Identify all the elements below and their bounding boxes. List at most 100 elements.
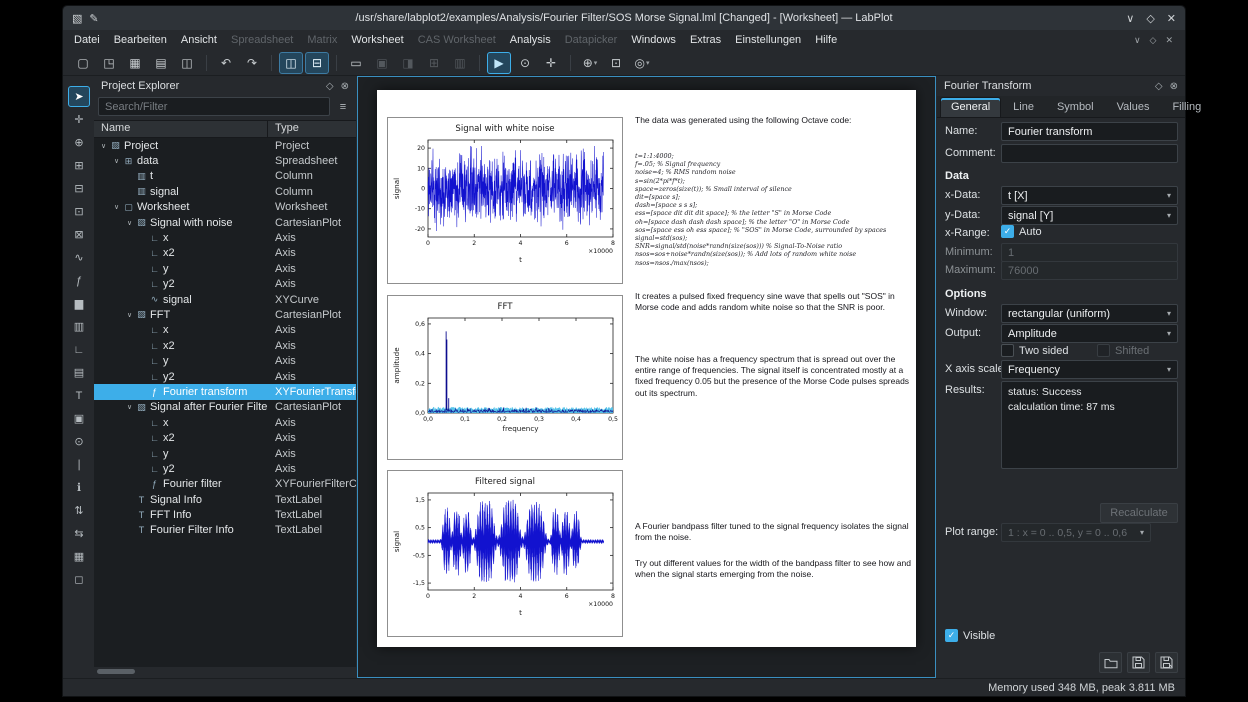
plot-fft[interactable]: FFT0,00,10,20,30,40,50,00,20,40,6amplitu… (387, 295, 623, 460)
tree-row[interactable]: ∟x2Axis (94, 430, 356, 445)
undo-button[interactable]: ↶ (214, 52, 238, 74)
add-centered-origin-plot-button[interactable]: ⊠ (68, 224, 90, 245)
worksheet-canvas[interactable]: Signal with white noise02468-20-1001020s… (377, 90, 916, 647)
tree-row[interactable]: ∨▢WorksheetWorksheet (94, 200, 356, 215)
minimize-button[interactable]: ∨ (1126, 12, 1134, 25)
tree-row[interactable]: ∟yAxis (94, 261, 356, 276)
menu-bearbeiten[interactable]: Bearbeiten (107, 32, 174, 48)
zoom-select-button[interactable]: ⊕ (68, 132, 90, 153)
add-legend-button[interactable]: ▤ (68, 362, 90, 383)
visible-checkbox[interactable]: ✓ (945, 629, 958, 642)
two-sided-checkbox[interactable]: ✓ (1001, 344, 1014, 357)
text-label-filter-hint[interactable]: Try out different values for the width o… (635, 558, 911, 580)
add-custom-point-button[interactable]: ⊙ (68, 431, 90, 452)
auto-checkbox-label[interactable]: Auto (1019, 226, 1042, 238)
expander-icon[interactable]: ∨ (124, 403, 135, 411)
add-reference-line-button[interactable]: ∣ (68, 454, 90, 475)
x-axis-scale-select[interactable]: Frequency ▾ (1001, 360, 1178, 379)
select-and-edit-button[interactable]: ➤ (68, 86, 90, 107)
tree-row[interactable]: ∿signalXYCurve (94, 292, 356, 307)
tree-row[interactable]: ∟x2Axis (94, 338, 356, 353)
menu-hilfe[interactable]: Hilfe (808, 32, 844, 48)
crosshair-mode-button[interactable]: ✛ (539, 52, 563, 74)
tree-row[interactable]: ∨▧Signal after Fourier FilterCartesianPl… (94, 400, 356, 415)
tree-row[interactable]: ƒFourier transformXYFourierTransformCurv… (94, 384, 356, 399)
visible-label[interactable]: Visible (963, 630, 995, 642)
titlebar[interactable]: ▧ ✎ /usr/share/labplot2/examples/Analysi… (63, 6, 1185, 30)
vertical-layout-button[interactable]: ⇅ (68, 500, 90, 521)
tree-row[interactable]: ∟y2Axis (94, 277, 356, 292)
plot-signal-with-noise[interactable]: Signal with white noise02468-20-1001020s… (387, 117, 623, 284)
filter-options-icon[interactable]: ≡ (334, 98, 352, 116)
horizontal-scrollbar[interactable] (94, 667, 356, 676)
scrollbar-thumb[interactable] (97, 669, 135, 674)
add-text-label-button[interactable]: T (68, 385, 90, 406)
tab-symbol[interactable]: Symbol (1046, 97, 1105, 117)
plot-filtered-signal[interactable]: Filtered signal024681,50,5-0,5-1,5signal… (387, 470, 623, 637)
tree-row[interactable]: ∟yAxis (94, 353, 356, 368)
tree-row[interactable]: ∨▧FFTCartesianPlot (94, 307, 356, 322)
tree-row[interactable]: ƒFourier filterXYFourierFilterCurve (94, 477, 356, 492)
tree-row[interactable]: ∟xAxis (94, 230, 356, 245)
menu-worksheet[interactable]: Worksheet (344, 32, 410, 48)
tab-values[interactable]: Values (1106, 97, 1161, 117)
tree-row[interactable]: ∟y2Axis (94, 369, 356, 384)
save-default-button[interactable] (1155, 652, 1178, 673)
tree-row[interactable]: ∟xAxis (94, 415, 356, 430)
zoom-select-button[interactable]: ⊕▾ (578, 52, 602, 74)
tab-line[interactable]: Line (1002, 97, 1045, 117)
menu-ansicht[interactable]: Ansicht (174, 32, 224, 48)
worksheet-view[interactable]: Signal with white noise02468-20-1001020s… (357, 76, 936, 678)
close-button[interactable]: ✕ (1167, 12, 1176, 25)
project-explorer-header[interactable]: Project Explorer ◇ ⊗ (94, 76, 356, 96)
horizontal-layout-button[interactable]: ⇆ (68, 523, 90, 544)
add-histogram-button[interactable]: ▆ (68, 293, 90, 314)
tree-row[interactable]: TSignal InfoTextLabel (94, 492, 356, 507)
load-template-button[interactable] (1099, 652, 1122, 673)
expander-icon[interactable]: ∨ (124, 311, 135, 319)
grid-layout-button[interactable]: ▦ (68, 546, 90, 567)
y-data-select[interactable]: signal [Y] ▾ (1001, 206, 1178, 225)
tree-row[interactable]: ∟xAxis (94, 323, 356, 338)
properties-header[interactable]: Fourier Transform ◇ ⊗ (937, 76, 1185, 96)
redo-button[interactable]: ↷ (240, 52, 264, 74)
window-select[interactable]: rectangular (uniform) ▾ (1001, 304, 1178, 323)
expander-icon[interactable]: ∨ (111, 203, 122, 211)
auto-checkbox[interactable]: ✓ (1001, 225, 1014, 238)
dock-float-icon[interactable]: ◇ (326, 81, 334, 92)
tree-row[interactable]: ▥signalColumn (94, 184, 356, 199)
add-two-axes-plot-button[interactable]: ⊟ (68, 178, 90, 199)
dock-close-icon[interactable]: ⊗ (341, 81, 349, 92)
mdi-minimize-button[interactable]: ∨ (1134, 35, 1141, 46)
tree-row[interactable]: ∟yAxis (94, 446, 356, 461)
tree-row[interactable]: TFourier Filter InfoTextLabel (94, 523, 356, 538)
tree-row[interactable]: ∟x2Axis (94, 246, 356, 261)
column-header-name[interactable]: Name (94, 121, 268, 137)
menu-datei[interactable]: Datei (67, 32, 107, 48)
expander-icon[interactable]: ∨ (98, 142, 109, 150)
expander-icon[interactable]: ∨ (111, 157, 122, 165)
text-label-signal-info[interactable]: It creates a pulsed fixed frequency sine… (635, 291, 911, 313)
add-info-element-button[interactable]: ℹ (68, 477, 90, 498)
menu-einstellungen[interactable]: Einstellungen (728, 32, 808, 48)
magnification-button[interactable]: ◎▾ (630, 52, 654, 74)
break-layout-button[interactable]: ◻ (68, 569, 90, 590)
text-label-octave-code[interactable]: t=1:1:4000;f=.05; % Signal frequencynois… (635, 152, 911, 267)
add-xy-curve-button[interactable]: ∿ (68, 247, 90, 268)
tree-row[interactable]: ∨▧Signal with noiseCartesianPlot (94, 215, 356, 230)
text-label-fft-info[interactable]: The white noise has a frequency spectrum… (635, 354, 911, 399)
dock-float-icon[interactable]: ◇ (1155, 81, 1163, 92)
open-project-button[interactable]: ◳ (97, 52, 121, 74)
name-input[interactable] (1001, 122, 1178, 141)
new-project-button[interactable]: ▢ (71, 52, 95, 74)
mdi-close-button[interactable]: ✕ (1165, 35, 1173, 46)
add-bar-chart-button[interactable]: ▥ (68, 316, 90, 337)
expander-icon[interactable]: ∨ (124, 219, 135, 227)
search-input[interactable] (98, 97, 330, 116)
horizontal-layout-button[interactable]: ⊟ (305, 52, 329, 74)
tree-row[interactable]: TFFT InfoTextLabel (94, 507, 356, 522)
print-preview-button[interactable]: ◫ (175, 52, 199, 74)
tree-row[interactable]: ∨⊞dataSpreadsheet (94, 153, 356, 168)
print-button[interactable]: ▤ (149, 52, 173, 74)
tab-filling[interactable]: Filling (1161, 97, 1212, 117)
